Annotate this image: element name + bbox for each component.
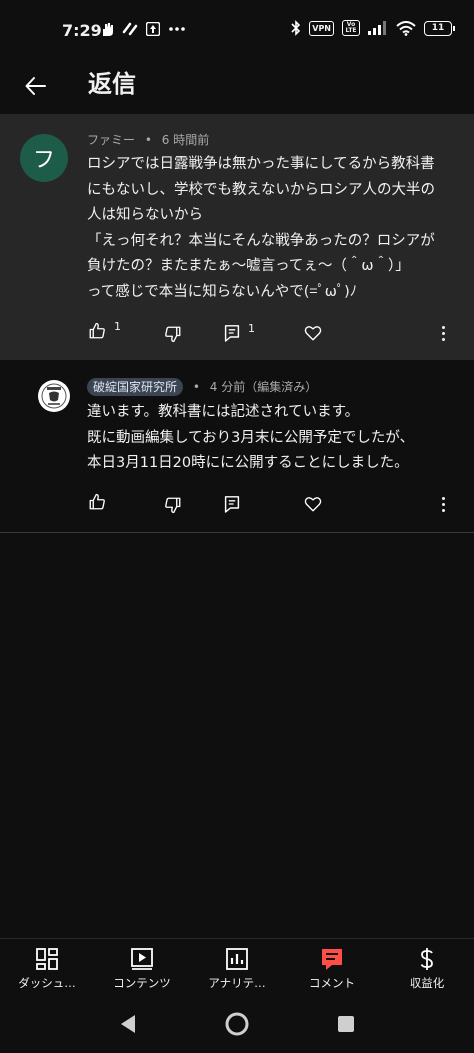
meta-separator: •: [144, 133, 152, 147]
back-button[interactable]: [18, 68, 54, 104]
reply-meta: 破綻国家研究所 • 4 分前（編集済み）: [87, 378, 317, 396]
more-notifications-icon: [169, 27, 185, 31]
vpn-icon: VPN: [309, 20, 334, 36]
nav-dashboard[interactable]: ダッシュ…: [0, 939, 94, 995]
system-back-icon[interactable]: [119, 1014, 137, 1034]
nav-analytics[interactable]: アナリテ…: [190, 939, 284, 995]
battery-icon: 11: [424, 20, 455, 36]
volte-icon: Vo LTE: [342, 20, 360, 36]
bottom-nav: ダッシュ… コンテンツ アナリテ… コメント 収益化: [0, 938, 474, 995]
link-icon: [122, 22, 138, 36]
heart-button[interactable]: [304, 495, 322, 513]
comment-meta: ファミー • 6 時間前: [87, 131, 209, 149]
channel-avatar[interactable]: [38, 380, 70, 412]
bluetooth-icon: [291, 20, 301, 36]
dislike-button[interactable]: [164, 496, 182, 514]
thumb-down-icon: [165, 326, 181, 343]
reply-comment: 破綻国家研究所 • 4 分前（編集済み） 違います。教科書には記述されています。…: [0, 360, 474, 532]
more-dot: [441, 496, 445, 500]
status-left-icons: [100, 21, 186, 37]
nav-comments[interactable]: コメント: [285, 939, 379, 995]
system-home-icon[interactable]: [225, 1012, 249, 1036]
comment-time: 6 時間前: [161, 133, 210, 147]
nav-label: アナリテ…: [208, 976, 266, 990]
app-bar: 返信: [0, 62, 474, 114]
reply-comment-icon: [224, 496, 240, 513]
reply-actions: [0, 493, 474, 517]
nav-content[interactable]: コンテンツ: [95, 939, 189, 995]
like-button[interactable]: [88, 493, 106, 511]
reply-text: 違います。教科書には記述されています。 既に動画編集しており3月末に公開予定でし…: [87, 404, 415, 471]
more-options-button[interactable]: [438, 322, 448, 344]
meta-separator: •: [192, 380, 200, 394]
comment-actions: 1 1: [0, 320, 474, 346]
nav-label: コンテンツ: [113, 976, 171, 990]
dislike-button[interactable]: [164, 325, 182, 343]
divider: [0, 532, 474, 533]
arrow-back-icon: [25, 77, 46, 95]
channel-badge[interactable]: 破綻国家研究所: [87, 378, 184, 396]
thumb-down-icon: [165, 497, 181, 514]
comment-text: ロシアでは日露戦争は無かった事にしてるから教科書 にもないし、学校でも教えないか…: [87, 156, 435, 300]
nav-label: ダッシュ…: [18, 976, 76, 990]
thumb-up-icon: [89, 322, 105, 339]
nav-label: 収益化: [409, 976, 445, 990]
thumb-up-icon: [89, 493, 105, 510]
like-count: 1: [114, 320, 121, 333]
upload-icon: [146, 22, 160, 36]
dashboard-icon: [36, 948, 58, 970]
system-nav-bar: [0, 994, 474, 1053]
dollar-icon: [420, 948, 433, 970]
system-recents-icon[interactable]: [337, 1015, 355, 1033]
more-dot: [441, 508, 445, 512]
heart-icon: [304, 326, 322, 341]
wifi-icon: [396, 20, 416, 36]
parent-comment: フ ファミー • 6 時間前 ロシアでは日露戦争は無かった事にしてるから教科書 …: [0, 114, 474, 360]
more-dot: [441, 325, 445, 329]
nav-label: コメント: [309, 976, 355, 990]
content-icon: [131, 948, 153, 970]
hand-icon: [103, 23, 113, 36]
more-dot: [441, 337, 445, 341]
like-button[interactable]: 1: [88, 320, 121, 340]
reply-button[interactable]: [224, 495, 240, 513]
heart-button[interactable]: [304, 324, 322, 342]
reply-button[interactable]: 1: [224, 322, 255, 342]
status-right-icons: VPN Vo LTE 11: [291, 20, 455, 36]
signal-icon: [368, 21, 386, 35]
avatar[interactable]: フ: [20, 134, 68, 182]
reply-count: 1: [248, 322, 255, 335]
emblem-icon: [41, 383, 67, 409]
comment-icon: [322, 949, 342, 970]
more-options-button[interactable]: [438, 493, 448, 515]
nav-monetization[interactable]: 収益化: [380, 939, 474, 995]
author-name[interactable]: ファミー: [87, 133, 135, 147]
reply-time: 4 分前（編集済み）: [209, 380, 318, 394]
more-dot: [441, 502, 445, 506]
analytics-icon: [226, 948, 248, 970]
heart-icon: [304, 497, 322, 512]
status-time: 7:29: [62, 21, 102, 40]
page-title: 返信: [88, 70, 136, 98]
reply-comment-icon: [224, 325, 240, 342]
status-bar: 7:29 VPN Vo LTE 11: [0, 0, 474, 62]
more-dot: [441, 331, 445, 335]
